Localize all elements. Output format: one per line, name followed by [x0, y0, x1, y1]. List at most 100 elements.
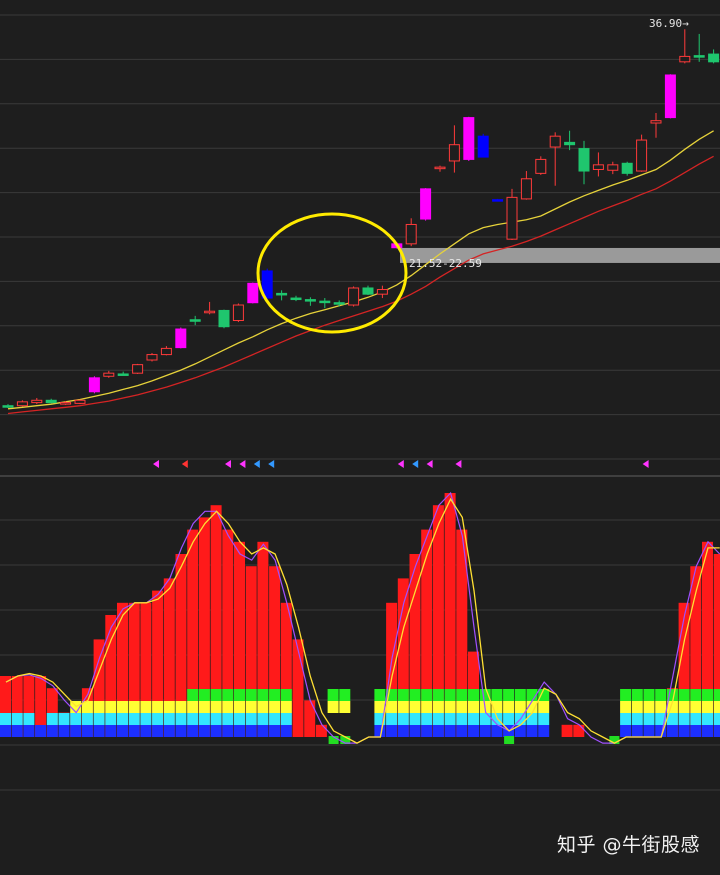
band-block — [152, 701, 164, 713]
band-block — [152, 713, 164, 725]
band-block — [257, 689, 269, 701]
band-block — [163, 713, 175, 725]
band-block — [105, 701, 117, 713]
candle-body — [16, 401, 28, 407]
band-block — [702, 701, 713, 713]
band-block — [222, 701, 234, 713]
band-block — [128, 725, 140, 737]
band-block — [175, 725, 187, 737]
moving-averages — [7, 130, 714, 415]
band-block — [631, 713, 643, 725]
signal-markers — [153, 460, 649, 468]
candle-body — [2, 405, 14, 408]
zone-label: 21.52-22.59 — [409, 257, 482, 270]
candle-body — [621, 162, 633, 174]
band-block — [0, 713, 11, 725]
band-block — [702, 689, 713, 701]
band-block — [468, 689, 479, 701]
candle-body — [232, 304, 244, 322]
band-block — [105, 725, 117, 737]
band-block — [397, 689, 409, 701]
band-block — [655, 701, 667, 713]
band-block — [245, 701, 257, 713]
band-block — [163, 701, 175, 713]
band-block — [666, 725, 678, 737]
band-block — [468, 701, 479, 713]
band-block — [479, 725, 491, 737]
band-block — [397, 701, 409, 713]
band-block — [409, 713, 421, 725]
candle-body — [448, 144, 460, 162]
price-label: 36.90→ — [649, 17, 689, 30]
signal-marker — [397, 460, 404, 468]
band-block — [128, 713, 140, 725]
band-block — [222, 713, 234, 725]
band-block — [198, 725, 210, 737]
band-block — [257, 713, 269, 725]
band-block — [432, 701, 444, 713]
band-block — [187, 713, 199, 725]
candle-body — [650, 120, 662, 124]
band-block — [631, 701, 643, 713]
signal-marker — [253, 460, 260, 468]
candle-body — [60, 402, 72, 405]
band-block — [702, 725, 713, 737]
candle-body — [420, 188, 432, 220]
band-block — [339, 689, 351, 701]
band-block — [210, 689, 222, 701]
band-block — [81, 725, 93, 737]
band-block — [280, 689, 292, 701]
band-block — [678, 725, 690, 737]
band-block — [421, 725, 433, 737]
band-block — [690, 689, 702, 701]
candle-body — [549, 135, 561, 148]
band-block — [269, 713, 281, 725]
candle-body — [88, 377, 100, 393]
band-block — [690, 713, 702, 725]
band-block — [409, 701, 421, 713]
band-block — [23, 725, 35, 737]
candle-body — [146, 354, 158, 361]
band-block — [678, 689, 690, 701]
candle-body — [564, 141, 576, 146]
candle-body — [708, 53, 720, 63]
band-block — [678, 701, 690, 713]
candle-body — [276, 292, 288, 296]
band-block — [222, 689, 234, 701]
band-block — [386, 713, 398, 725]
candle-body — [160, 347, 172, 356]
band-block — [198, 713, 210, 725]
candle-body — [463, 117, 475, 160]
band-block — [386, 701, 398, 713]
candle-body — [506, 196, 518, 240]
band-block — [702, 713, 713, 725]
band-block — [35, 725, 47, 737]
band-block — [643, 701, 655, 713]
candle-body — [132, 364, 144, 374]
band-block — [538, 713, 550, 725]
candle-body — [693, 55, 705, 58]
band-block — [11, 725, 23, 737]
band-block — [234, 713, 245, 725]
band-block — [245, 713, 257, 725]
candle-body — [520, 178, 532, 200]
band-block — [421, 713, 433, 725]
band-block — [444, 725, 456, 737]
indicator-bar — [292, 639, 304, 737]
indicator-bar — [315, 724, 327, 737]
band-block — [175, 713, 187, 725]
band-block — [210, 713, 222, 725]
band-block — [456, 713, 468, 725]
signal-marker — [412, 460, 419, 468]
indicator-panel — [0, 491, 720, 744]
band-block — [690, 725, 702, 737]
band-block — [70, 725, 82, 737]
candle-body — [319, 300, 331, 304]
candle-body — [175, 328, 187, 349]
band-block — [643, 689, 655, 701]
candle-body — [304, 299, 316, 302]
candle-body — [218, 309, 230, 328]
band-block — [526, 725, 538, 737]
band-block — [46, 713, 58, 725]
band-block — [280, 713, 292, 725]
